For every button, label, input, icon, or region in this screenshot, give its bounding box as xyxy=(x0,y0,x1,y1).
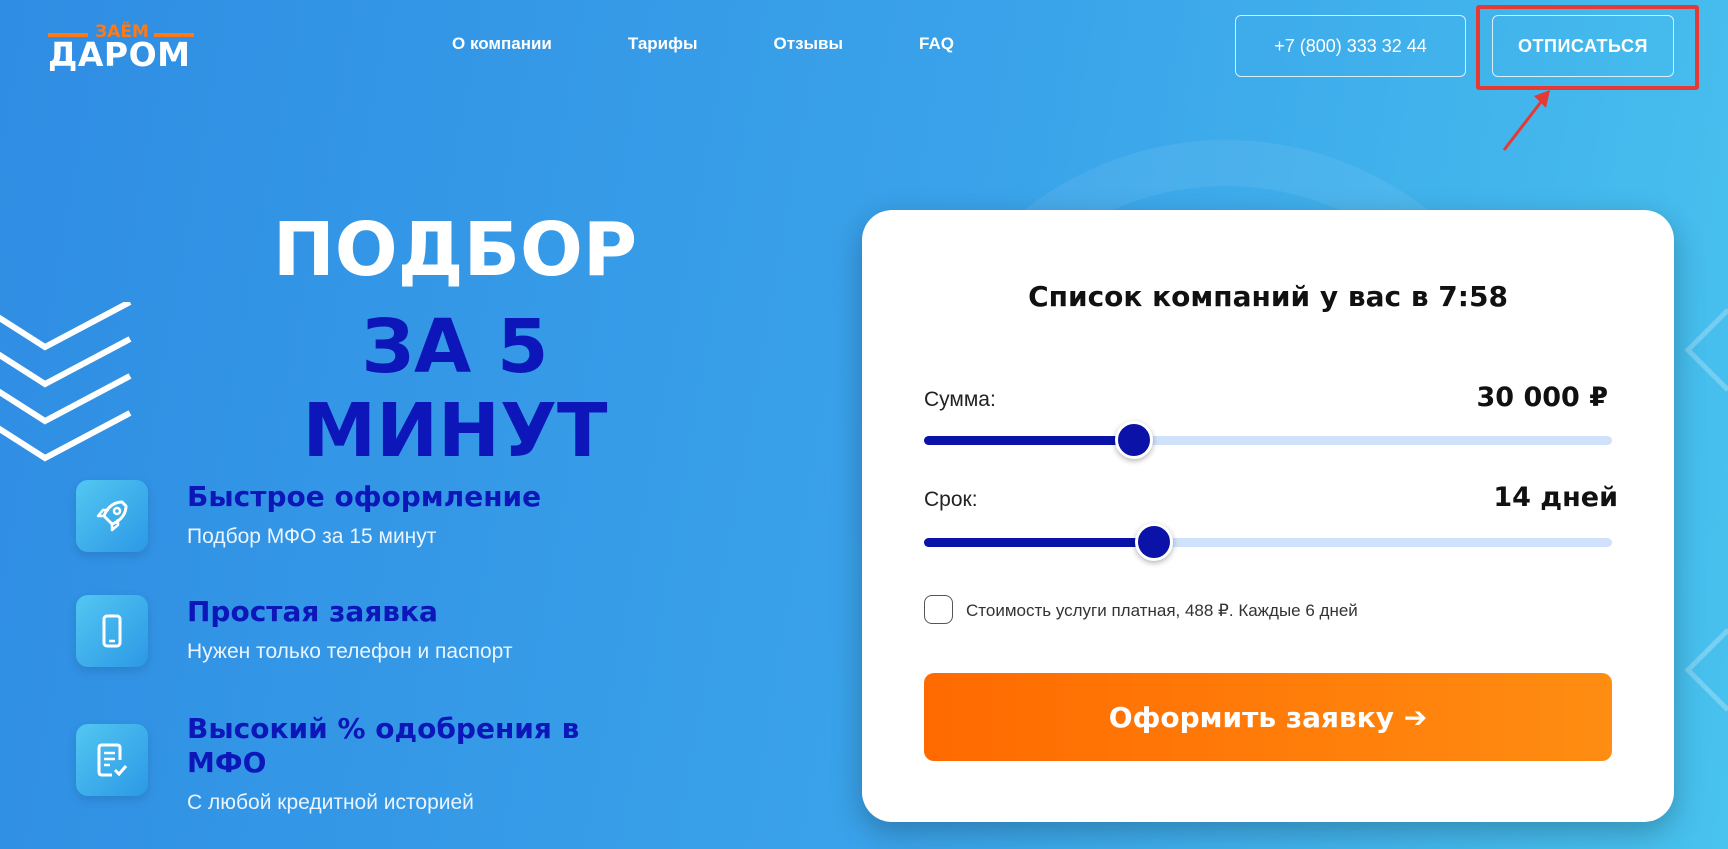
feature-title: Быстрое оформление xyxy=(187,480,542,513)
nav-item-about[interactable]: О компании xyxy=(452,34,552,54)
feature-desc: Подбор МФО за 15 минут xyxy=(187,525,437,548)
amount-label: Сумма: xyxy=(924,388,996,411)
feature-desc: С любой кредитной историей xyxy=(187,791,474,814)
hero-title: ПОДБОР xyxy=(272,207,638,293)
amount-slider[interactable] xyxy=(924,421,1612,459)
term-slider-fill xyxy=(924,538,1155,547)
term-label: Срок: xyxy=(924,488,978,511)
amount-slider-fill xyxy=(924,436,1134,445)
terms-checkbox[interactable] xyxy=(924,595,953,624)
document-check-icon xyxy=(76,724,148,796)
amount-slider-thumb[interactable] xyxy=(1114,421,1153,459)
main-nav: О компании Тарифы Отзывы FAQ xyxy=(452,34,1030,54)
hero-subtitle: ЗА 5 МИНУТ xyxy=(302,304,608,474)
loan-form-card: Список компаний у вас в 7:58 Сумма: 30 0… xyxy=(862,210,1674,822)
nav-item-reviews[interactable]: Отзывы xyxy=(774,34,844,54)
feature-desc: Нужен только телефон и паспорт xyxy=(187,640,513,663)
nav-item-tariffs[interactable]: Тарифы xyxy=(628,34,698,54)
rocket-icon xyxy=(76,480,148,552)
form-title: Список компаний у вас в 7:58 xyxy=(1028,280,1508,313)
logo-main-text: ДАРОМ xyxy=(48,35,191,74)
annotation-highlight-box xyxy=(1476,5,1699,90)
terms-checkbox-label: Стоимость услуги платная, 488 ₽. Каждые … xyxy=(966,601,1358,620)
term-slider[interactable] xyxy=(924,523,1612,561)
submit-application-button[interactable]: Оформить заявку ➔ xyxy=(924,673,1612,761)
chevron-stack-decoration xyxy=(0,302,132,462)
chevron-right-decoration xyxy=(1684,308,1728,712)
logo[interactable]: ЗАЁМ ДАРОМ xyxy=(48,22,198,74)
feature-title: Высокий % одобрения в МФО xyxy=(187,712,580,779)
nav-item-faq[interactable]: FAQ xyxy=(919,34,954,54)
phone-button[interactable]: +7 (800) 333 32 44 xyxy=(1235,15,1466,77)
term-slider-thumb[interactable] xyxy=(1135,523,1174,561)
phone-icon xyxy=(76,595,148,667)
term-value: 14 дней xyxy=(1493,482,1618,513)
amount-value: 30 000 ₽ xyxy=(1476,382,1608,413)
feature-title: Простая заявка xyxy=(187,595,438,628)
annotation-arrow-icon xyxy=(1502,90,1550,151)
